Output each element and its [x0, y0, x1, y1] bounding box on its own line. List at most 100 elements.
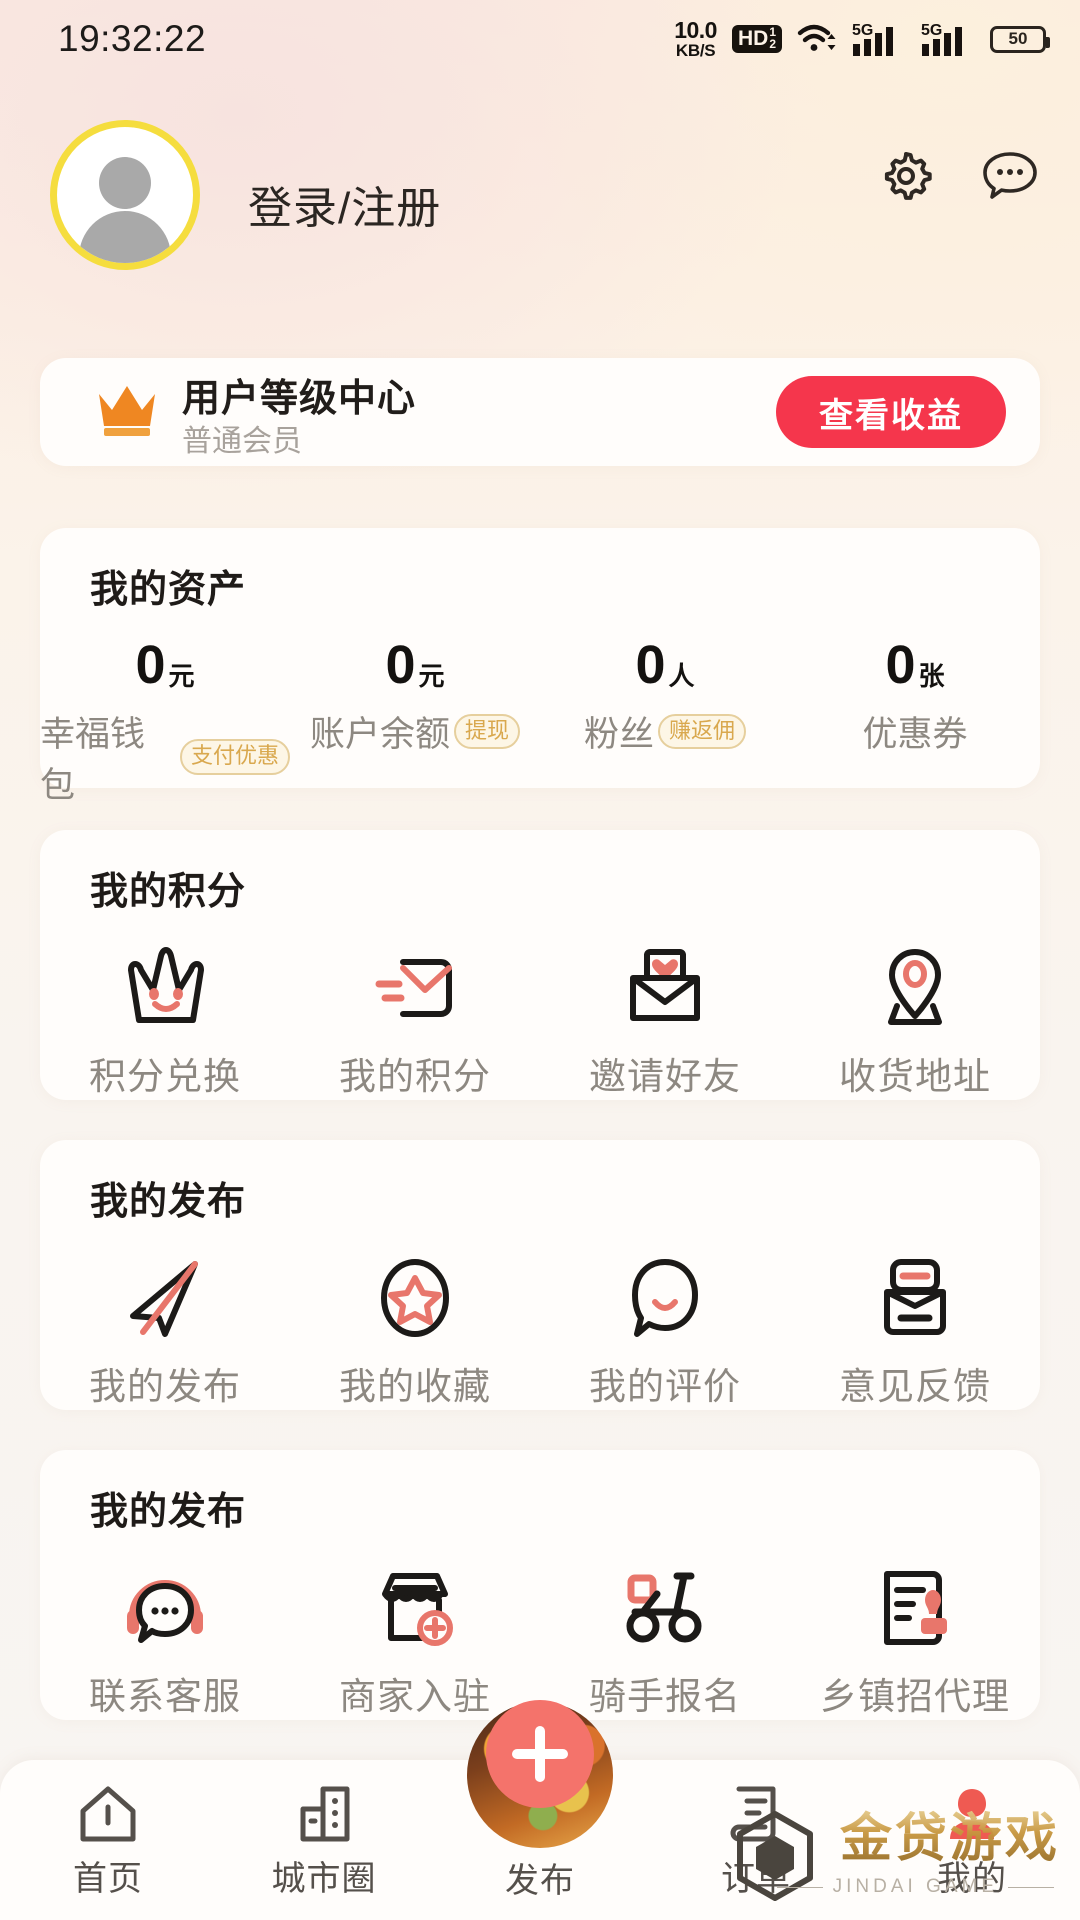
- grid-item-invite-friends[interactable]: 邀请好友: [540, 942, 790, 1100]
- tab-label: 订单: [721, 1859, 791, 1898]
- bottom-tab-bar: 首页 城市圈 订单 我的 发布: [0, 1700, 1080, 1920]
- gear-icon[interactable]: [878, 148, 934, 204]
- grid-item-label: 邀请好友: [589, 1056, 741, 1097]
- status-bar-indicators: 10.0 KB/S HD 1 2 5G 5G 50: [674, 17, 1050, 60]
- asset-label: 幸福钱包: [40, 715, 146, 805]
- city-building-icon: [293, 1781, 355, 1845]
- asset-amount: 0 人: [635, 638, 694, 692]
- tab-label: 城市圈: [271, 1859, 377, 1898]
- grid-item-label: 我的评价: [589, 1366, 741, 1407]
- asset-label: 账户余额: [309, 715, 450, 754]
- envelope-heart-icon: [619, 942, 711, 1034]
- smiling-crown-icon: [119, 942, 211, 1034]
- home-icon: [77, 1781, 139, 1845]
- asset-item-fans[interactable]: 0 人 粉丝 赚返佣: [540, 638, 790, 808]
- login-register-link[interactable]: 登录/注册: [248, 172, 441, 236]
- my-points-card: 我的积分 积分兑换 我的积分 邀请好友 收货地址: [40, 830, 1040, 1100]
- asset-unit: 人: [668, 661, 695, 691]
- asset-label: 粉丝: [583, 715, 654, 754]
- tab-city-circle[interactable]: 城市圈: [216, 1760, 432, 1920]
- grid-item-contact-support[interactable]: 联系客服: [40, 1562, 290, 1720]
- asset-badge[interactable]: 支付优惠: [179, 739, 290, 775]
- level-card-subtitle: 普通会员: [182, 425, 302, 458]
- send-mail-icon: [369, 942, 461, 1034]
- asset-item-coupon[interactable]: 0 张 优惠券: [790, 638, 1040, 808]
- headset-chat-icon: [119, 1562, 211, 1654]
- asset-item-wallet[interactable]: 0 元 幸福钱包 支付优惠: [40, 638, 290, 808]
- my-services-card: 我的发布 联系客服 商家入驻 骑手报名 乡镇招代理: [40, 1450, 1040, 1720]
- asset-unit: 元: [418, 661, 445, 691]
- points-grid: 积分兑换 我的积分 邀请好友 收货地址: [40, 942, 1040, 1100]
- grid-item-label: 乡镇招代理: [820, 1676, 1010, 1717]
- grid-item-merchant-onboarding[interactable]: 商家入驻: [290, 1562, 540, 1720]
- grid-item-shipping-address[interactable]: 收货地址: [790, 942, 1040, 1100]
- avatar[interactable]: [50, 120, 200, 270]
- my-posts-card: 我的发布 我的发布 我的收藏 我的评价 意见反馈: [40, 1140, 1040, 1410]
- network-speed-indicator: 10.0 KB/S: [674, 17, 717, 60]
- posts-grid: 我的发布 我的收藏 我的评价 意见反馈: [40, 1252, 1040, 1410]
- signal-sim1-icon: 5G: [852, 22, 893, 56]
- tab-home[interactable]: 首页: [0, 1760, 216, 1920]
- scooter-icon: [619, 1562, 711, 1654]
- services-grid: 联系客服 商家入驻 骑手报名 乡镇招代理: [40, 1562, 1040, 1720]
- star-in-circle-icon: [369, 1252, 461, 1344]
- asset-badge[interactable]: 赚返佣: [658, 713, 747, 750]
- asset-amount: 0 张: [885, 638, 944, 692]
- receipt-icon: [725, 1781, 787, 1845]
- sim1-network-label: 5G: [852, 22, 873, 39]
- grid-item-feedback[interactable]: 意见反馈: [790, 1252, 1040, 1410]
- battery-level-label: 50: [1008, 29, 1028, 48]
- hd-voice-icon: HD 1 2: [731, 25, 782, 53]
- asset-label: 优惠券: [862, 715, 968, 754]
- avatar-body-shape: [79, 211, 171, 263]
- asset-badge[interactable]: 提现: [454, 713, 521, 750]
- publish-fab-button[interactable]: [486, 1700, 594, 1808]
- tab-publish-label: 发布: [505, 1862, 575, 1900]
- paper-plane-icon: [119, 1252, 211, 1344]
- grid-item-my-favorites[interactable]: 我的收藏: [290, 1252, 540, 1410]
- level-card-title: 用户等级中心: [182, 378, 417, 420]
- grid-item-township-agent[interactable]: 乡镇招代理: [790, 1562, 1040, 1720]
- person-icon: [941, 1781, 1003, 1845]
- grid-item-label: 商家入驻: [339, 1676, 491, 1717]
- avatar-head-shape: [99, 157, 151, 209]
- asset-value: 0: [635, 635, 666, 695]
- services-section-title: 我的发布: [90, 1491, 247, 1533]
- tab-label: 首页: [73, 1859, 143, 1898]
- shop-plus-icon: [369, 1562, 461, 1654]
- signal-sim2-icon: 5G: [921, 22, 962, 56]
- battery-icon: 50: [990, 25, 1050, 53]
- document-stamp-icon: [869, 1562, 961, 1654]
- hd-sim-fraction: 1 2: [769, 26, 776, 50]
- grid-item-my-reviews[interactable]: 我的评价: [540, 1252, 790, 1410]
- wifi-icon: [797, 24, 836, 51]
- grid-item-label: 骑手报名: [589, 1676, 741, 1717]
- asset-value: 0: [385, 635, 416, 695]
- grid-item-label: 我的发布: [89, 1366, 241, 1407]
- tab-orders[interactable]: 订单: [648, 1760, 864, 1920]
- grid-item-rider-signup[interactable]: 骑手报名: [540, 1562, 790, 1720]
- grid-item-label: 意见反馈: [839, 1366, 991, 1407]
- grid-item-my-points[interactable]: 我的积分: [290, 942, 540, 1100]
- network-speed-unit: KB/S: [675, 41, 716, 60]
- user-level-card[interactable]: 用户等级中心 普通会员 查看收益: [40, 358, 1040, 466]
- grid-item-label: 联系客服: [89, 1676, 241, 1717]
- grid-item-points-exchange[interactable]: 积分兑换: [40, 942, 290, 1100]
- feedback-form-icon: [869, 1252, 961, 1344]
- location-pin-icon: [869, 942, 961, 1034]
- status-bar: 19:32:22 10.0 KB/S HD 1 2 5G 5G 50: [0, 0, 1080, 78]
- asset-item-balance[interactable]: 0 元 账户余额 提现: [290, 638, 540, 808]
- plus-icon-vertical: [535, 1726, 545, 1782]
- view-earnings-button[interactable]: 查看收益: [776, 376, 1006, 448]
- tab-mine[interactable]: 我的: [864, 1760, 1080, 1920]
- asset-unit: 张: [918, 661, 945, 691]
- hd-label: HD: [737, 27, 769, 50]
- chat-bubble-icon[interactable]: [980, 149, 1040, 203]
- grid-item-label: 收货地址: [839, 1056, 991, 1097]
- sim2-network-label: 5G: [921, 22, 942, 39]
- network-speed-value: 10.0: [674, 17, 717, 43]
- my-assets-card: 我的资产 0 元 幸福钱包 支付优惠 0 元 账户余额 提现 0 人 粉丝 赚返…: [40, 528, 1040, 805]
- grid-item-label: 积分兑换: [89, 1056, 241, 1097]
- asset-amount: 0 元: [385, 638, 444, 692]
- grid-item-my-posts[interactable]: 我的发布: [40, 1252, 290, 1410]
